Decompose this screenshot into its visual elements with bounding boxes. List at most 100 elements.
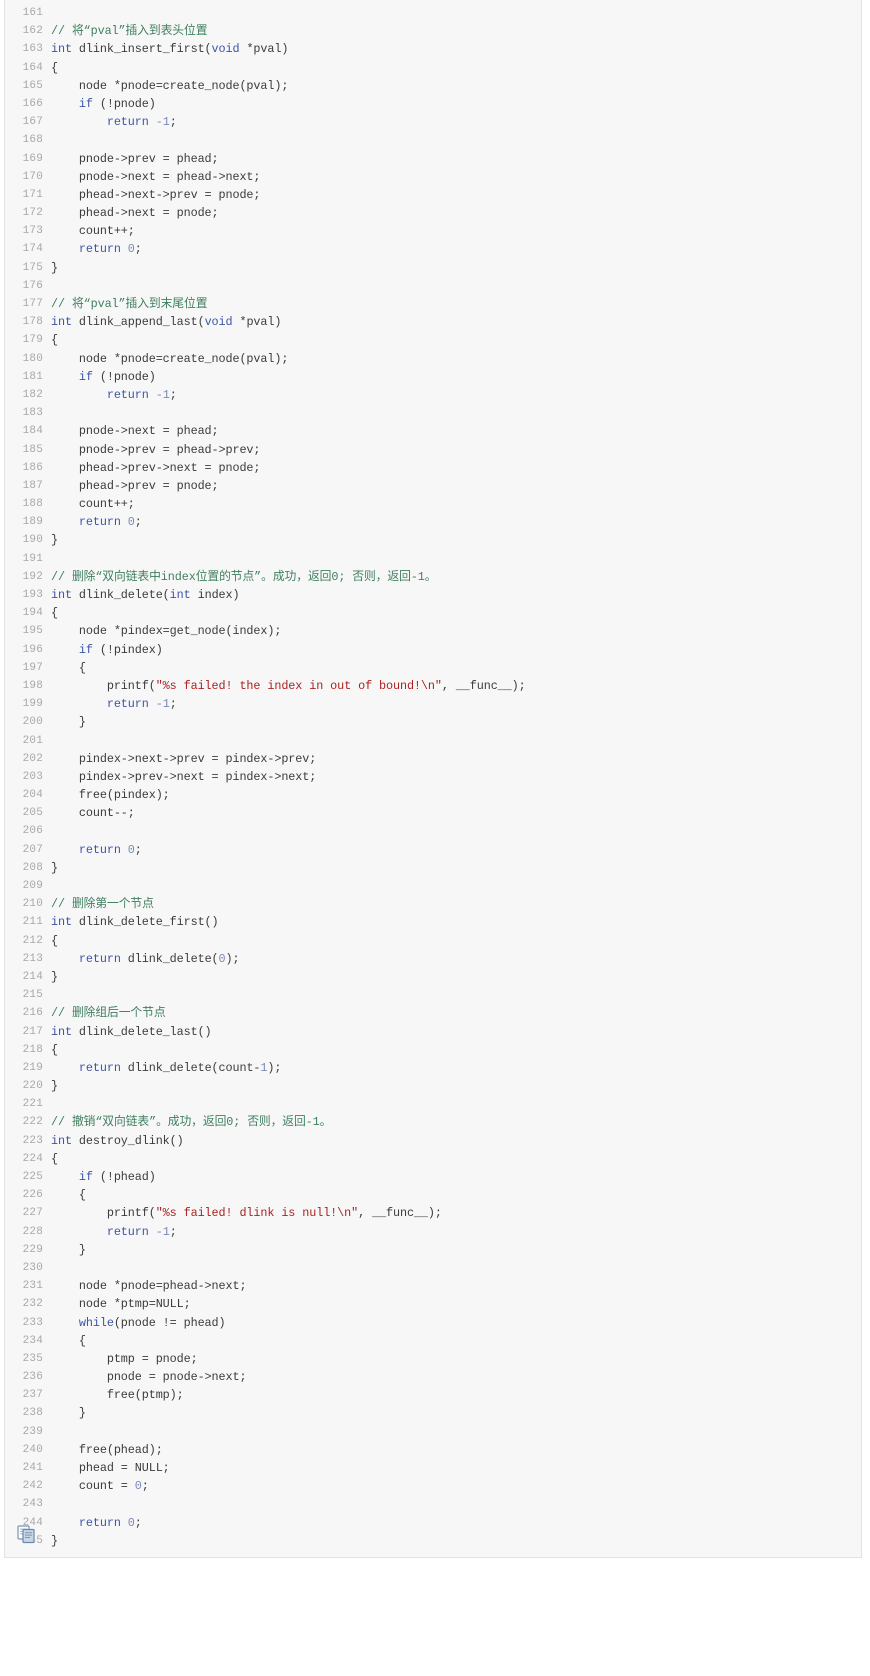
token-pln: ); xyxy=(225,951,240,966)
line-number: 171 xyxy=(22,188,43,201)
token-pln: dlink_delete(count- xyxy=(120,1060,261,1075)
token-kw: return xyxy=(78,242,121,257)
line-number: 164 xyxy=(22,61,43,74)
code-line: 186 phead->prev->next = pnode; xyxy=(5,459,861,477)
code-line: 208} xyxy=(5,859,861,877)
token-com: // 将“pval”插入到表头位置 xyxy=(51,24,208,39)
token-pln: (!pnode) xyxy=(92,369,156,384)
code-line: 199 return -1; xyxy=(5,695,861,713)
token-num: 0 xyxy=(127,242,135,257)
code-line-list: 161 162 // 将“pval”插入到表头位置 163 int dlink_inse… xyxy=(5,0,861,1550)
line-content: // 撤销“双向链表”。成功，返回0; 否则，返回-1。 xyxy=(51,1113,861,1131)
code-line: 218 { xyxy=(5,1041,861,1059)
line-content: } xyxy=(51,1077,861,1095)
line-content: pnode->next = phead; xyxy=(51,422,861,440)
token-kw: int xyxy=(51,315,72,330)
line-number: 204 xyxy=(22,789,43,802)
line-number: 169 xyxy=(22,152,43,165)
code-line: 214} xyxy=(5,968,861,986)
line-content: return -1; xyxy=(51,386,861,404)
line-content: { xyxy=(51,1041,861,1059)
line-number: 181 xyxy=(22,370,43,383)
token-pln xyxy=(51,1061,79,1075)
code-line: 238 } xyxy=(5,1404,861,1422)
line-content: pindex->next->prev = pindex->prev; xyxy=(51,750,861,768)
copy-code-button[interactable] xyxy=(16,1524,38,1544)
line-number: 211 xyxy=(22,916,43,929)
token-kw: if xyxy=(78,1170,93,1184)
line-number: 165 xyxy=(22,79,43,92)
line-content: } xyxy=(51,1241,861,1259)
code-line: 231 node *pnode=phead->next; xyxy=(5,1277,861,1295)
line-content: int dlink_append_last(void *pval) xyxy=(51,313,861,331)
token-pln xyxy=(51,388,107,402)
line-number: 193 xyxy=(22,589,43,601)
code-line: 191 xyxy=(5,550,861,568)
token-pln: , __func__); xyxy=(358,1206,442,1221)
line-number: 170 xyxy=(22,170,43,183)
token-kw: if xyxy=(78,96,93,111)
code-block-viewer[interactable]: 161 162 // 将“pval”插入到表头位置 163 int dlink_inse… xyxy=(4,0,862,1558)
code-line: 229 } xyxy=(5,1241,861,1259)
token-kw: return xyxy=(106,115,149,130)
token-pln: pnode = pnode->next; xyxy=(51,1370,247,1385)
line-content: count++; xyxy=(51,222,861,240)
code-line: 211 int dlink_delete_first() xyxy=(5,913,861,931)
token-pln: ; xyxy=(134,842,142,857)
token-pln: printf( xyxy=(51,678,156,693)
code-line: 232 node *ptmp=NULL; xyxy=(5,1295,861,1313)
token-num: 0 xyxy=(218,951,226,966)
token-pln: ; xyxy=(134,515,142,530)
code-line: 222 // 撤销“双向链表”。成功，返回0; 否则，返回-1。 xyxy=(5,1113,861,1131)
token-num: -1 xyxy=(155,387,170,402)
token-com: // 将“pval”插入到末尾位置 xyxy=(51,297,208,311)
token-kw: int xyxy=(51,1133,72,1148)
code-line: 175} xyxy=(5,259,861,277)
code-line: 185 pnode->prev = phead->prev; xyxy=(5,441,861,459)
token-kw: if xyxy=(78,642,93,657)
code-line: 161 xyxy=(5,4,861,22)
token-pln xyxy=(51,697,107,711)
token-pln: { xyxy=(51,606,58,621)
code-line: 188 count++; xyxy=(5,495,861,513)
code-line: 182 return -1; xyxy=(5,386,861,404)
token-pln xyxy=(51,952,79,966)
line-number: 173 xyxy=(22,225,43,238)
code-line: 174 return 0; xyxy=(5,240,861,258)
token-pln: node *pnode=create_node(pval); xyxy=(51,78,289,93)
line-content: } xyxy=(51,968,861,986)
code-line: 226 { xyxy=(5,1186,861,1204)
code-line: 206 xyxy=(5,822,861,840)
line-content: // 删除第一个节点 xyxy=(51,895,861,913)
line-number: 191 xyxy=(22,552,43,565)
token-pln xyxy=(149,388,156,402)
line-content: int dlink_delete(int index) xyxy=(51,586,861,604)
code-line: 184 pnode->next = phead; xyxy=(5,422,861,440)
line-content: free(pindex); xyxy=(51,786,861,804)
code-line: 228 return -1; xyxy=(5,1223,861,1241)
token-pln xyxy=(51,1225,107,1239)
line-content: return -1; xyxy=(51,113,861,131)
line-content: return 0; xyxy=(51,513,861,531)
token-pln: ; xyxy=(169,1224,177,1239)
line-number: 161 xyxy=(22,7,43,19)
line-content: printf("%s failed! dlink is null!\n", __… xyxy=(51,1204,861,1222)
line-number: 225 xyxy=(22,1171,43,1183)
line-content: node *pnode=phead->next; xyxy=(51,1277,861,1295)
token-pln: { xyxy=(51,1042,58,1057)
token-pln: } xyxy=(51,1242,86,1257)
token-pln: dlink_delete( xyxy=(71,588,170,602)
code-line: 225 if (!phead) xyxy=(5,1168,861,1186)
token-pln: node *pnode=phead->next; xyxy=(51,1279,247,1294)
token-pln xyxy=(149,115,156,129)
token-pln: pindex->next->prev = pindex->prev; xyxy=(51,751,317,766)
token-pln xyxy=(149,697,156,711)
token-num: 0 xyxy=(134,1479,142,1494)
token-pln xyxy=(51,1170,79,1184)
line-number: 212 xyxy=(22,934,43,947)
line-content: } xyxy=(51,1404,861,1422)
line-content: int dlink_delete_last() xyxy=(51,1023,861,1041)
token-pln: pnode->prev = phead; xyxy=(51,151,219,166)
line-content: { xyxy=(51,59,861,77)
line-number: 189 xyxy=(22,516,43,529)
